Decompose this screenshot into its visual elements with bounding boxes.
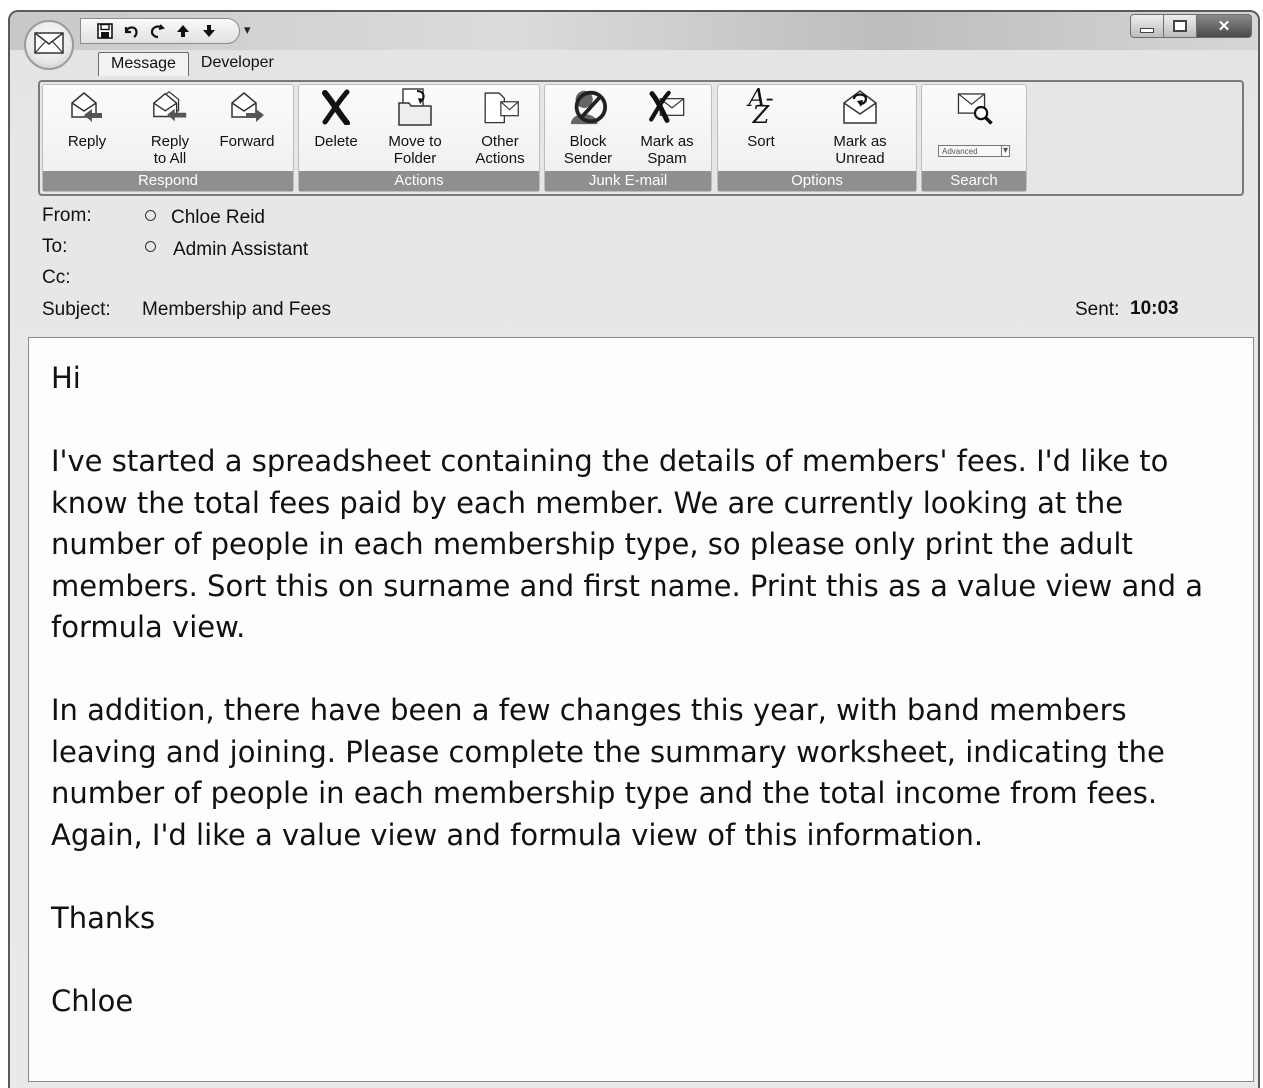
mark-as-spam-button[interactable]: Mark as Spam	[631, 87, 703, 167]
sort-icon: A-Z	[748, 84, 774, 129]
to-label: To:	[42, 236, 68, 257]
tab-message[interactable]: Message	[98, 52, 189, 76]
ribbon-tabs: Message Developer	[98, 52, 286, 76]
search-icon	[955, 87, 995, 127]
search-group-label: Search	[922, 171, 1026, 191]
envelope-icon	[34, 31, 64, 59]
reply-button[interactable]: Reply	[57, 87, 117, 150]
actions-group: Delete Move to Folder Other Actions Acti…	[298, 84, 540, 192]
delete-button[interactable]: Delete	[305, 87, 367, 150]
mark-as-unread-button[interactable]: Mark as Unread	[824, 87, 896, 167]
body-paragraph-1: I've started a spreadsheet containing th…	[51, 444, 1204, 644]
unread-icon	[840, 87, 880, 127]
reply-icon	[67, 87, 107, 127]
move-to-folder-button[interactable]: Move to Folder	[379, 87, 451, 167]
other-actions-button[interactable]: Other Actions	[465, 87, 535, 167]
junk-email-group-label: Junk E-mail	[545, 171, 711, 191]
greeting: Hi	[51, 361, 81, 395]
from-label: From:	[42, 205, 92, 226]
respond-group-label: Respond	[43, 171, 293, 191]
ribbon: Reply Reply to All Forward Respond Delet…	[38, 80, 1244, 196]
window-controls: ✕	[1130, 14, 1252, 38]
folder-icon	[395, 87, 435, 127]
quick-access-toolbar	[80, 18, 240, 44]
to-value[interactable]: Admin Assistant	[173, 239, 308, 261]
maximize-icon	[1173, 20, 1187, 32]
cc-label: Cc:	[42, 267, 71, 288]
block-sender-icon	[568, 87, 608, 127]
app-menu-button[interactable]	[24, 20, 74, 70]
tab-developer[interactable]: Developer	[189, 52, 286, 76]
customize-toolbar-dropdown[interactable]: ▾	[244, 22, 251, 38]
delete-icon	[316, 87, 356, 127]
spam-icon	[647, 87, 687, 127]
maximize-button[interactable]	[1163, 14, 1197, 38]
email-window: ▾ ✕ Message Developer Reply Reply to All…	[8, 10, 1260, 1088]
to-presence-icon	[145, 241, 156, 252]
sent-label: Sent:	[1075, 299, 1120, 320]
forward-icon	[227, 87, 267, 127]
reply-all-button[interactable]: Reply to All	[137, 87, 203, 167]
junk-email-group: Block Sender Mark as Spam Junk E-mail	[544, 84, 712, 192]
from-value[interactable]: Chloe Reid	[171, 207, 265, 229]
closing: Thanks	[51, 900, 156, 935]
undo-icon[interactable]	[121, 21, 141, 41]
message-body[interactable]: Hi I've started a spreadsheet containing…	[28, 337, 1254, 1082]
advanced-search-dropdown[interactable]: Advanced	[938, 145, 1010, 157]
down-arrow-icon[interactable]	[199, 21, 219, 41]
document-icon	[480, 87, 520, 127]
options-group: A-Z Sort Mark as Unread Options	[717, 84, 917, 192]
body-paragraph-2: In addition, there have been a few chang…	[51, 693, 1165, 852]
minimize-icon	[1140, 27, 1154, 33]
reply-all-icon	[150, 87, 190, 127]
block-sender-button[interactable]: Block Sender	[553, 87, 623, 167]
save-icon[interactable]	[95, 21, 115, 41]
up-arrow-icon[interactable]	[173, 21, 193, 41]
options-group-label: Options	[718, 171, 916, 191]
signature: Chloe	[51, 983, 134, 1018]
respond-group: Reply Reply to All Forward Respond	[42, 84, 294, 192]
redo-icon[interactable]	[147, 21, 167, 41]
forward-button[interactable]: Forward	[211, 87, 283, 150]
close-button[interactable]: ✕	[1196, 14, 1252, 38]
actions-group-label: Actions	[299, 171, 539, 191]
from-presence-icon	[145, 210, 156, 221]
sent-value: 10:03	[1130, 298, 1179, 319]
minimize-button[interactable]	[1130, 14, 1164, 38]
search-button[interactable]	[948, 87, 1002, 133]
subject-label: Subject:	[42, 299, 111, 320]
subject-value: Membership and Fees	[142, 299, 332, 320]
close-icon: ✕	[1217, 18, 1231, 35]
search-group: Advanced Search	[921, 84, 1027, 192]
sort-button[interactable]: A-Z Sort	[730, 84, 792, 150]
